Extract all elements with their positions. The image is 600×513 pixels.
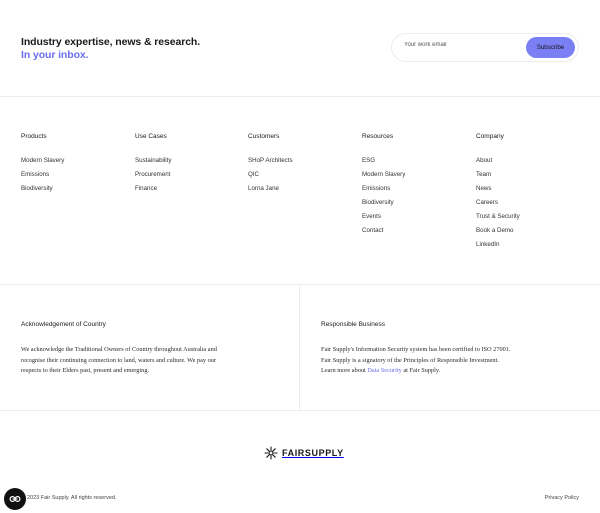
column-resources: Resources ESG Modern Slavery Emissions B… [362,133,472,241]
column-products: Products Modern Slavery Emissions Biodiv… [21,133,131,199]
link-careers[interactable]: Careers [476,199,586,213]
column-title: Customers [248,133,280,140]
link-finance[interactable]: Finance [135,185,245,199]
column-use-cases: Use Cases Sustainability Procurement Fin… [135,133,245,199]
link-contact[interactable]: Contact [362,227,472,241]
footer-link-columns: Products Modern Slavery Emissions Biodiv… [0,97,600,285]
email-input[interactable] [404,42,514,48]
privacy-policy-link[interactable]: Privacy Policy [545,495,579,501]
acknowledgement-title: Acknowledgement of Country [21,321,106,328]
data-security-link[interactable]: Data Security [367,367,401,374]
newsletter-heading: Industry expertise, news & research. In … [21,36,200,62]
link-about[interactable]: About [476,157,586,171]
link-book-a-demo[interactable]: Book a Demo [476,227,586,241]
link-events[interactable]: Events [362,213,472,227]
newsletter-section: Industry expertise, news & research. In … [0,0,600,97]
link-esg[interactable]: ESG [362,157,472,171]
responsible-business-block: Responsible Business Fair Supply's Infor… [321,321,581,377]
responsible-business-text: Fair Supply's Information Security syste… [321,345,581,377]
link-qic[interactable]: QIC [248,171,358,185]
copyright-text: 2023 Fair Supply. All rights reserved. [27,495,117,501]
info-divider [299,285,300,410]
cookie-settings-button[interactable] [4,488,26,510]
link-linkedin[interactable]: LinkedIn [476,241,586,255]
acknowledgement-block: Acknowledgement of Country We acknowledg… [21,321,226,377]
newsletter-form: Subscribe [391,33,579,62]
fairsupply-logo[interactable]: FAIRSUPPLY [264,445,344,461]
link-trust-security[interactable]: Trust & Security [476,213,586,227]
responsible-line-1: Fair Supply's Information Security syste… [321,346,511,353]
subscribe-button[interactable]: Subscribe [526,37,575,58]
responsible-line-3-suffix: at Fair Supply. [401,367,441,374]
column-company: Company About Team News Careers Trust & … [476,133,586,255]
link-procurement[interactable]: Procurement [135,171,245,185]
responsible-business-title: Responsible Business [321,321,385,328]
link-news[interactable]: News [476,185,586,199]
link-team[interactable]: Team [476,171,586,185]
responsible-line-3-prefix: Learn more about [321,367,368,374]
link-modern-slavery[interactable]: Modern Slavery [21,157,131,171]
column-customers: Customers SHoP Architects QIC Lorna Jane [248,133,358,199]
column-title: Use Cases [135,133,167,140]
column-title: Company [476,133,504,140]
newsletter-heading-line1: Industry expertise, news & research. [21,36,201,48]
acknowledgement-text: We acknowledge the Traditional Owners of… [21,346,217,374]
logo-text: FAIRSUPPLY [282,448,344,458]
link-shop-architects[interactable]: SHoP Architects [248,157,358,171]
link-biodiversity[interactable]: Biodiversity [21,185,131,199]
fairsupply-logo-mark-icon [264,446,278,460]
link-emissions[interactable]: Emissions [21,171,131,185]
cookie-settings-icon [9,495,21,503]
column-title: Products [21,133,47,140]
column-title: Resources [362,133,394,140]
responsible-line-2: Fair Supply is a signatory of the Princi… [321,356,499,364]
link-emissions[interactable]: Emissions [362,185,472,199]
link-lorna-jane[interactable]: Lorna Jane [248,185,358,199]
link-biodiversity[interactable]: Biodiversity [362,199,472,213]
newsletter-heading-line2: In your inbox. [21,49,89,61]
info-section: Acknowledgement of Country We acknowledg… [0,285,600,411]
link-modern-slavery[interactable]: Modern Slavery [362,171,472,185]
link-sustainability[interactable]: Sustainability [135,157,245,171]
